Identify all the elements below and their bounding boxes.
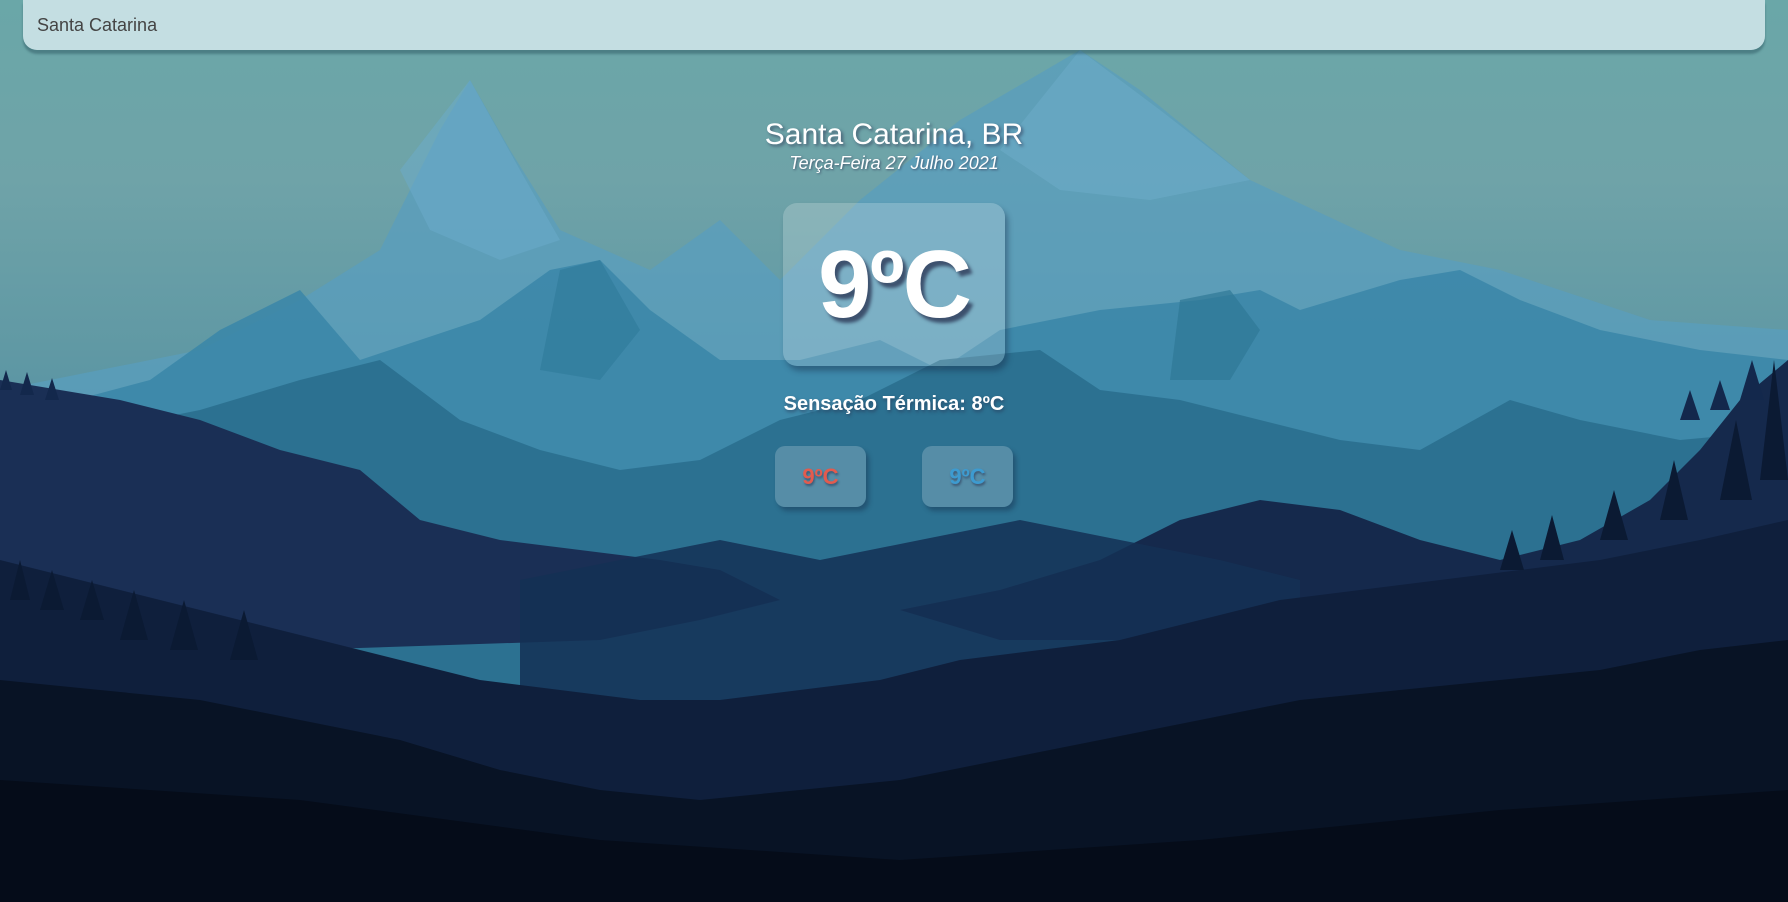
search-bar	[23, 0, 1765, 50]
location-title: Santa Catarina, BR	[764, 118, 1024, 151]
temperature-card: 9ºC	[783, 203, 1005, 366]
feels-like: Sensação Térmica: 8ºC	[783, 393, 1005, 415]
search-input[interactable]	[37, 14, 1765, 36]
max-temperature: 9ºC	[775, 446, 866, 507]
current-date: Terça-Feira 27 Julho 2021	[789, 153, 999, 173]
min-temperature: 9ºC	[922, 446, 1013, 507]
current-temperature: 9ºC	[818, 230, 972, 338]
